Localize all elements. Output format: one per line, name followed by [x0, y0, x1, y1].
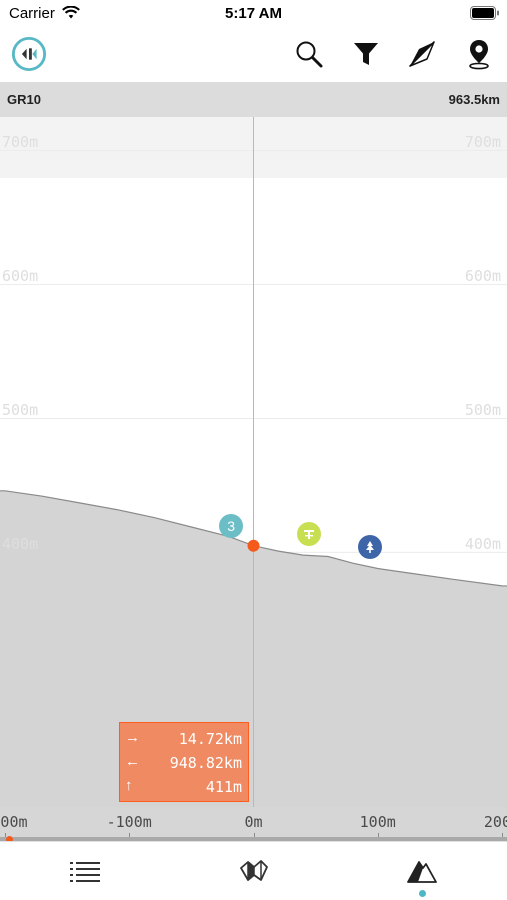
x-tick-label: -100m	[106, 813, 152, 831]
active-tab-indicator	[419, 890, 426, 897]
x-tick-label: 200m	[483, 813, 507, 831]
search-button[interactable]	[291, 36, 327, 72]
location-pin-icon	[469, 40, 489, 70]
tab-bar	[0, 841, 507, 900]
forward-distance: 14.72km	[178, 730, 242, 748]
x-tick-label: 100m	[359, 813, 396, 831]
clock: 5:17 AM	[225, 5, 282, 22]
y-tick-label: 600m	[2, 267, 39, 286]
elevation-row: ↑ 411m	[120, 775, 248, 799]
y-tick-label: 600m	[464, 267, 501, 286]
filter-icon	[354, 43, 378, 65]
status-bar: Carrier 5:17 AM	[0, 0, 507, 28]
elevation-profile-svg	[0, 117, 507, 807]
app-logo-button[interactable]	[11, 36, 47, 72]
cursor-point	[247, 539, 260, 552]
route-name: GR10	[7, 92, 41, 107]
arrow-up-icon: ↑	[125, 777, 133, 794]
map-icon	[240, 860, 268, 881]
picnic-table-icon	[304, 529, 315, 539]
search-icon	[296, 41, 323, 68]
y-tick-label: 400m	[464, 535, 501, 554]
y-tick-label: 700m	[2, 133, 39, 152]
tab-list[interactable]	[68, 856, 102, 886]
list-icon	[70, 862, 100, 882]
back-distance-row: ← 948.82km	[120, 751, 248, 775]
mountain-icon	[407, 861, 437, 883]
tree-icon	[366, 541, 375, 554]
arrow-right-icon: →	[125, 729, 140, 746]
forward-distance-row: → 14.72km	[120, 727, 248, 751]
tab-map[interactable]	[237, 856, 271, 886]
y-tick-label: 500m	[464, 401, 501, 420]
position-info-box: → 14.72km ← 948.82km ↑ 411m	[119, 722, 249, 802]
x-tick-label: 0m	[244, 813, 263, 831]
tab-elevation[interactable]	[405, 856, 439, 886]
route-title-bar: GR10 963.5km	[0, 82, 507, 117]
x-tick-label: -200m	[0, 813, 28, 831]
poi-number: 3	[227, 517, 236, 534]
location-button[interactable]	[461, 36, 497, 72]
poi-marker[interactable]: 3	[219, 513, 244, 538]
y-tick-label: 700m	[464, 133, 501, 152]
arrow-left-icon: ←	[125, 753, 140, 770]
battery-icon	[470, 6, 499, 20]
route-length: 963.5km	[448, 92, 500, 107]
y-tick-label: 500m	[2, 401, 39, 420]
filter-button[interactable]	[348, 36, 384, 72]
x-axis[interactable]: -200m -100m 0m 100m 200m	[0, 807, 507, 841]
current-elevation: 411m	[205, 778, 242, 796]
y-tick-label: 400m	[2, 535, 39, 554]
compass-icon	[409, 41, 435, 67]
nav-bar	[0, 28, 507, 82]
back-distance: 948.82km	[169, 754, 242, 772]
app-logo-icon	[11, 36, 47, 72]
compass-button[interactable]	[404, 36, 440, 72]
elevation-chart[interactable]: 700m 700m 600m 600m 500m 500m 400m 400m 3	[0, 117, 507, 807]
poi-marker[interactable]	[297, 521, 322, 546]
